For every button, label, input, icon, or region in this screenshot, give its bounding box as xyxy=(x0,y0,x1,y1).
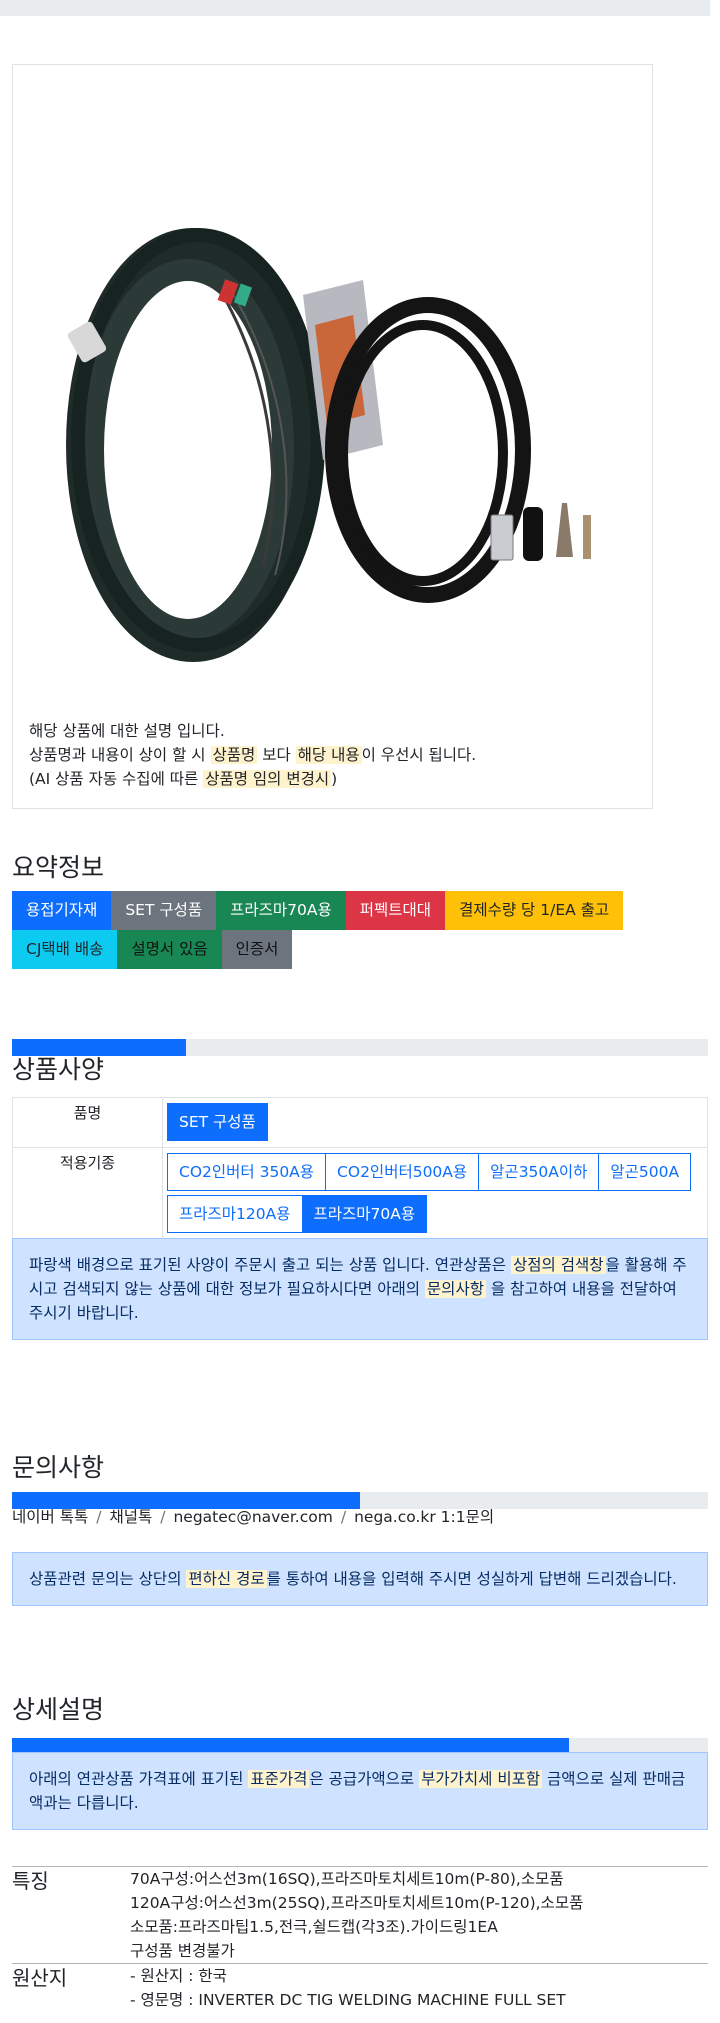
option-set[interactable]: SET 구성품 xyxy=(167,1103,268,1141)
badge-brand: 퍼펙트대대 xyxy=(345,891,446,930)
detail-row-origin: 원산지 - 원산지 : 한국 - 영문명 : INVERTER DC TIG W… xyxy=(12,1964,708,2012)
spec-row-product: 품명 SET 구성품 xyxy=(13,1098,707,1148)
detail-row-features: 특징 70A구성:어스선3m(16SQ),프라즈마토치세트10m(P-80),소… xyxy=(12,1867,708,1964)
product-image-card: 해당 상품에 대한 설명 입니다. 상품명과 내용이 상이 할 시 상품명 보다… xyxy=(12,64,653,809)
link-channel-talk[interactable]: 채널톡 xyxy=(109,1508,152,1526)
highlight-name-change: 상품명 임의 변경시 xyxy=(203,770,332,788)
spec-label: 품명 xyxy=(13,1098,163,1147)
option-co2-500[interactable]: CO2인버터500A용 xyxy=(325,1153,480,1191)
inquiry-title: 문의사항 xyxy=(12,1453,105,1482)
desc-text: (AI 상품 자동 수집에 따른 xyxy=(29,770,204,788)
detail-line: 구성품 변경불가 xyxy=(130,1942,235,1960)
top-progress-track xyxy=(0,0,710,16)
detail-value: 70A구성:어스선3m(16SQ),프라즈마토치세트10m(P-80),소모품 … xyxy=(130,1867,708,1963)
badge-model: 프라즈마70A용 xyxy=(216,891,346,930)
spec-title: 상품사양 xyxy=(12,1055,105,1084)
spec-progress-bar xyxy=(12,1039,708,1056)
inquiry-notice: 상품관련 문의는 상단의 편하신 경로 를 통하여 내용을 입력해 주시면 성실하… xyxy=(12,1552,708,1606)
summary-title: 요약정보 xyxy=(12,853,105,882)
product-detail-page: 해당 상품에 대한 설명 입니다. 상품명과 내용이 상이 할 시 상품명 보다… xyxy=(0,0,720,2023)
detail-line: 120A구성:어스선3m(25SQ),프라즈마토치세트10m(P-120),소모… xyxy=(130,1894,584,1912)
spec-label: 적용기종 xyxy=(13,1148,163,1239)
notice-text: 은 공급가액으로 xyxy=(309,1770,420,1788)
description-line-2: 상품명과 내용이 상이 할 시 상품명 보다 해당 내용 이 우선시 됩니다. xyxy=(29,743,642,767)
option-plasma-120[interactable]: 프라즈마120A용 xyxy=(167,1195,303,1233)
notice-text: 를 통하여 내용을 입력해 주시면 성실하게 답변해 드리겠습니다. xyxy=(266,1570,677,1588)
badge-set: SET 구성품 xyxy=(111,891,217,930)
detail-label: 특징 xyxy=(12,1869,49,1893)
notice-text: 파랑색 배경으로 표기된 사양이 주문시 출고 되는 상품 입니다. 연관상품은 xyxy=(29,1256,511,1274)
spec-options: SET 구성품 xyxy=(163,1098,707,1147)
separator: / xyxy=(340,1508,347,1526)
desc-text: 이 우선시 됩니다. xyxy=(361,746,477,764)
option-argon-350[interactable]: 알곤350A이하 xyxy=(478,1153,600,1191)
notice-text: 상품관련 문의는 상단의 xyxy=(29,1570,187,1588)
option-co2-350[interactable]: CO2인버터 350A용 xyxy=(167,1153,327,1191)
highlight-product-name: 상품명 xyxy=(210,746,258,764)
detail-table: 특징 70A구성:어스선3m(16SQ),프라즈마토치세트10m(P-80),소… xyxy=(12,1866,708,2012)
detail-line: - 원산지 : 한국 xyxy=(130,1967,227,1985)
badge-quantity: 결제수량 당 1/EA 출고 xyxy=(445,891,624,930)
badge-manual: 설명서 있음 xyxy=(117,930,222,969)
desc-text: 상품명과 내용이 상이 할 시 xyxy=(29,746,211,764)
link-site-inquiry[interactable]: nega.co.kr 1:1문의 xyxy=(354,1508,494,1526)
contact-links: 네이버 톡톡 / 채널톡 / negatec@naver.com / nega.co.kr … xyxy=(12,1505,494,1529)
badge-certificate: 인증서 xyxy=(221,930,293,969)
highlight-route: 편하신 경로 xyxy=(186,1570,267,1588)
desc-text: ) xyxy=(331,770,338,788)
desc-text: 보다 xyxy=(257,746,296,764)
spec-options: CO2인버터 350A용 CO2인버터500A용 알곤350A이하 알곤500A… xyxy=(163,1148,707,1239)
separator: / xyxy=(96,1508,102,1526)
spec-row-model: 적용기종 CO2인버터 350A용 CO2인버터500A용 알곤350A이하 알… xyxy=(13,1148,707,1239)
detail-line: 소모품:프라즈마팁1.5,전극,쉴드캡(각3조).가이드링1EA xyxy=(130,1918,498,1936)
detail-line: - 영문명 : INVERTER DC TIG WELDING MACHINE … xyxy=(130,1991,566,2009)
highlight-search: 상점의 검색창 xyxy=(511,1256,606,1274)
highlight-content: 해당 내용 xyxy=(295,746,362,764)
description-line-3: (AI 상품 자동 수집에 따른 상품명 임의 변경시) xyxy=(29,767,642,791)
detail-line: 70A구성:어스선3m(16SQ),프라즈마토치세트10m(P-80),소모품 xyxy=(130,1870,564,1888)
detail-label: 원산지 xyxy=(12,1966,68,1990)
spec-notice: 파랑색 배경으로 표기된 사양이 주문시 출고 되는 상품 입니다. 연관상품은… xyxy=(12,1238,708,1340)
spec-table: 품명 SET 구성품 적용기종 CO2인버터 350A용 CO2인버터500A용… xyxy=(12,1097,708,1240)
detail-title: 상세설명 xyxy=(12,1695,105,1724)
detail-notice: 아래의 연관상품 가격표에 표기된 표준가격 은 공급가액으로 부가가치세 비포함… xyxy=(12,1752,708,1830)
badge-shipping: CJ택배 배송 xyxy=(12,930,118,969)
highlight-standard-price: 표준가격 xyxy=(248,1770,310,1788)
link-naver-talk[interactable]: 네이버 톡톡 xyxy=(12,1508,88,1526)
separator: / xyxy=(160,1508,166,1526)
notice-text: 아래의 연관상품 가격표에 표기된 xyxy=(29,1770,249,1788)
badge-category: 용접기자재 xyxy=(12,891,112,930)
highlight-vat: 부가가치세 비포함 xyxy=(419,1770,543,1788)
product-image xyxy=(66,228,591,662)
option-argon-500[interactable]: 알곤500A xyxy=(598,1153,692,1191)
option-plasma-70[interactable]: 프라즈마70A용 xyxy=(301,1195,428,1233)
description-line-1: 해당 상품에 대한 설명 입니다. xyxy=(29,722,225,740)
detail-value: - 원산지 : 한국 - 영문명 : INVERTER DC TIG WELDI… xyxy=(130,1964,708,2012)
highlight-inquiry: 문의사항 xyxy=(424,1280,486,1298)
product-description: 해당 상품에 대한 설명 입니다. 상품명과 내용이 상이 할 시 상품명 보다… xyxy=(29,719,642,791)
link-email[interactable]: negatec@naver.com xyxy=(173,1508,332,1526)
summary-badges: 용접기자재 SET 구성품 프라즈마70A용 퍼펙트대대 결제수량 당 1/EA… xyxy=(12,891,672,969)
